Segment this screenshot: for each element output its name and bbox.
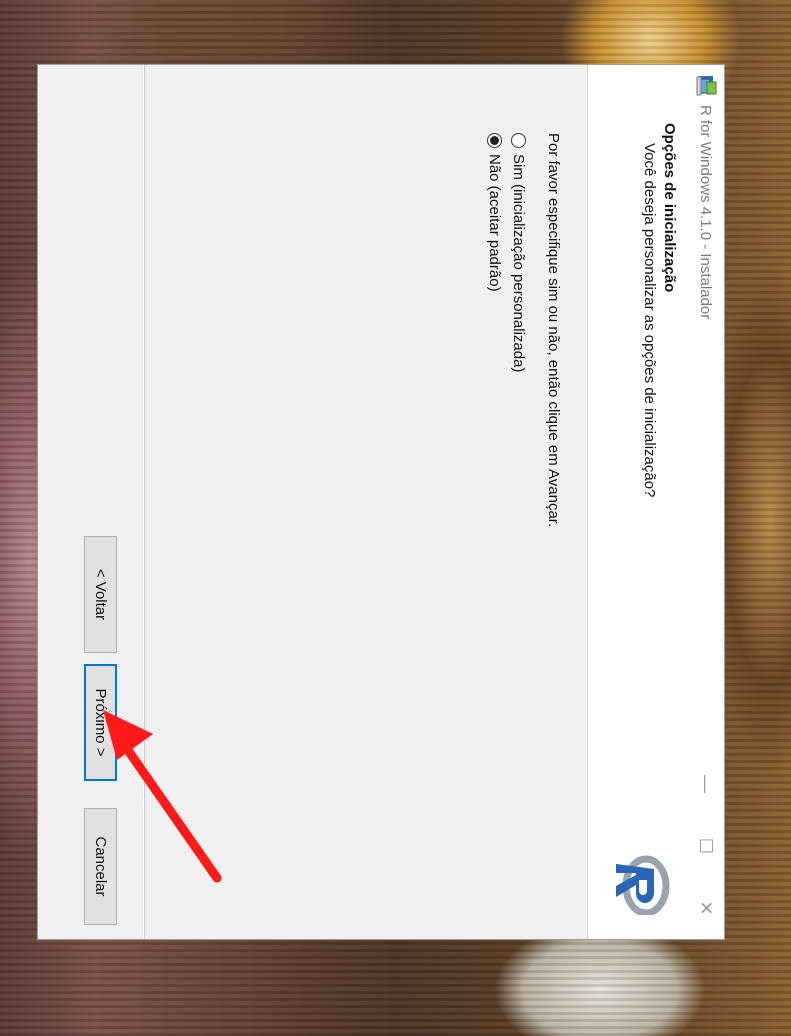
close-button[interactable]: ✕ bbox=[688, 877, 724, 939]
wizard-content: Por favor especifique sim ou não, então … bbox=[287, 65, 587, 939]
back-button[interactable]: < Voltar bbox=[84, 536, 117, 653]
page-subtitle: Você deseja personalizar as opções de in… bbox=[641, 143, 658, 498]
instruction-text: Por favor especifique sim ou não, então … bbox=[545, 133, 562, 528]
wizard-header: Opções de inicialização Você deseja pers… bbox=[587, 65, 688, 939]
window-title: R for Windows 4.1.0 - Instalador bbox=[697, 105, 715, 320]
option-yes-label: Sim (inicialização personalizada) bbox=[510, 154, 527, 373]
option-no-label: Não (aceitar padrão) bbox=[486, 154, 503, 292]
annotation-arrow-icon bbox=[103, 710, 222, 883]
maximize-button[interactable]: ☐ bbox=[688, 815, 724, 877]
r-logo bbox=[616, 855, 670, 915]
radio-yes[interactable] bbox=[511, 133, 526, 148]
page-title: Opções de inicialização bbox=[661, 123, 678, 293]
radio-no[interactable] bbox=[487, 133, 502, 148]
installer-icon bbox=[696, 76, 717, 96]
minimize-button[interactable]: — bbox=[688, 753, 724, 815]
option-yes[interactable]: Sim (inicialização personalizada) bbox=[510, 133, 527, 372]
title-bar: R for Windows 4.1.0 - Instalador — ☐ ✕ bbox=[688, 65, 724, 939]
option-no[interactable]: Não (aceitar padrão) bbox=[486, 133, 503, 292]
